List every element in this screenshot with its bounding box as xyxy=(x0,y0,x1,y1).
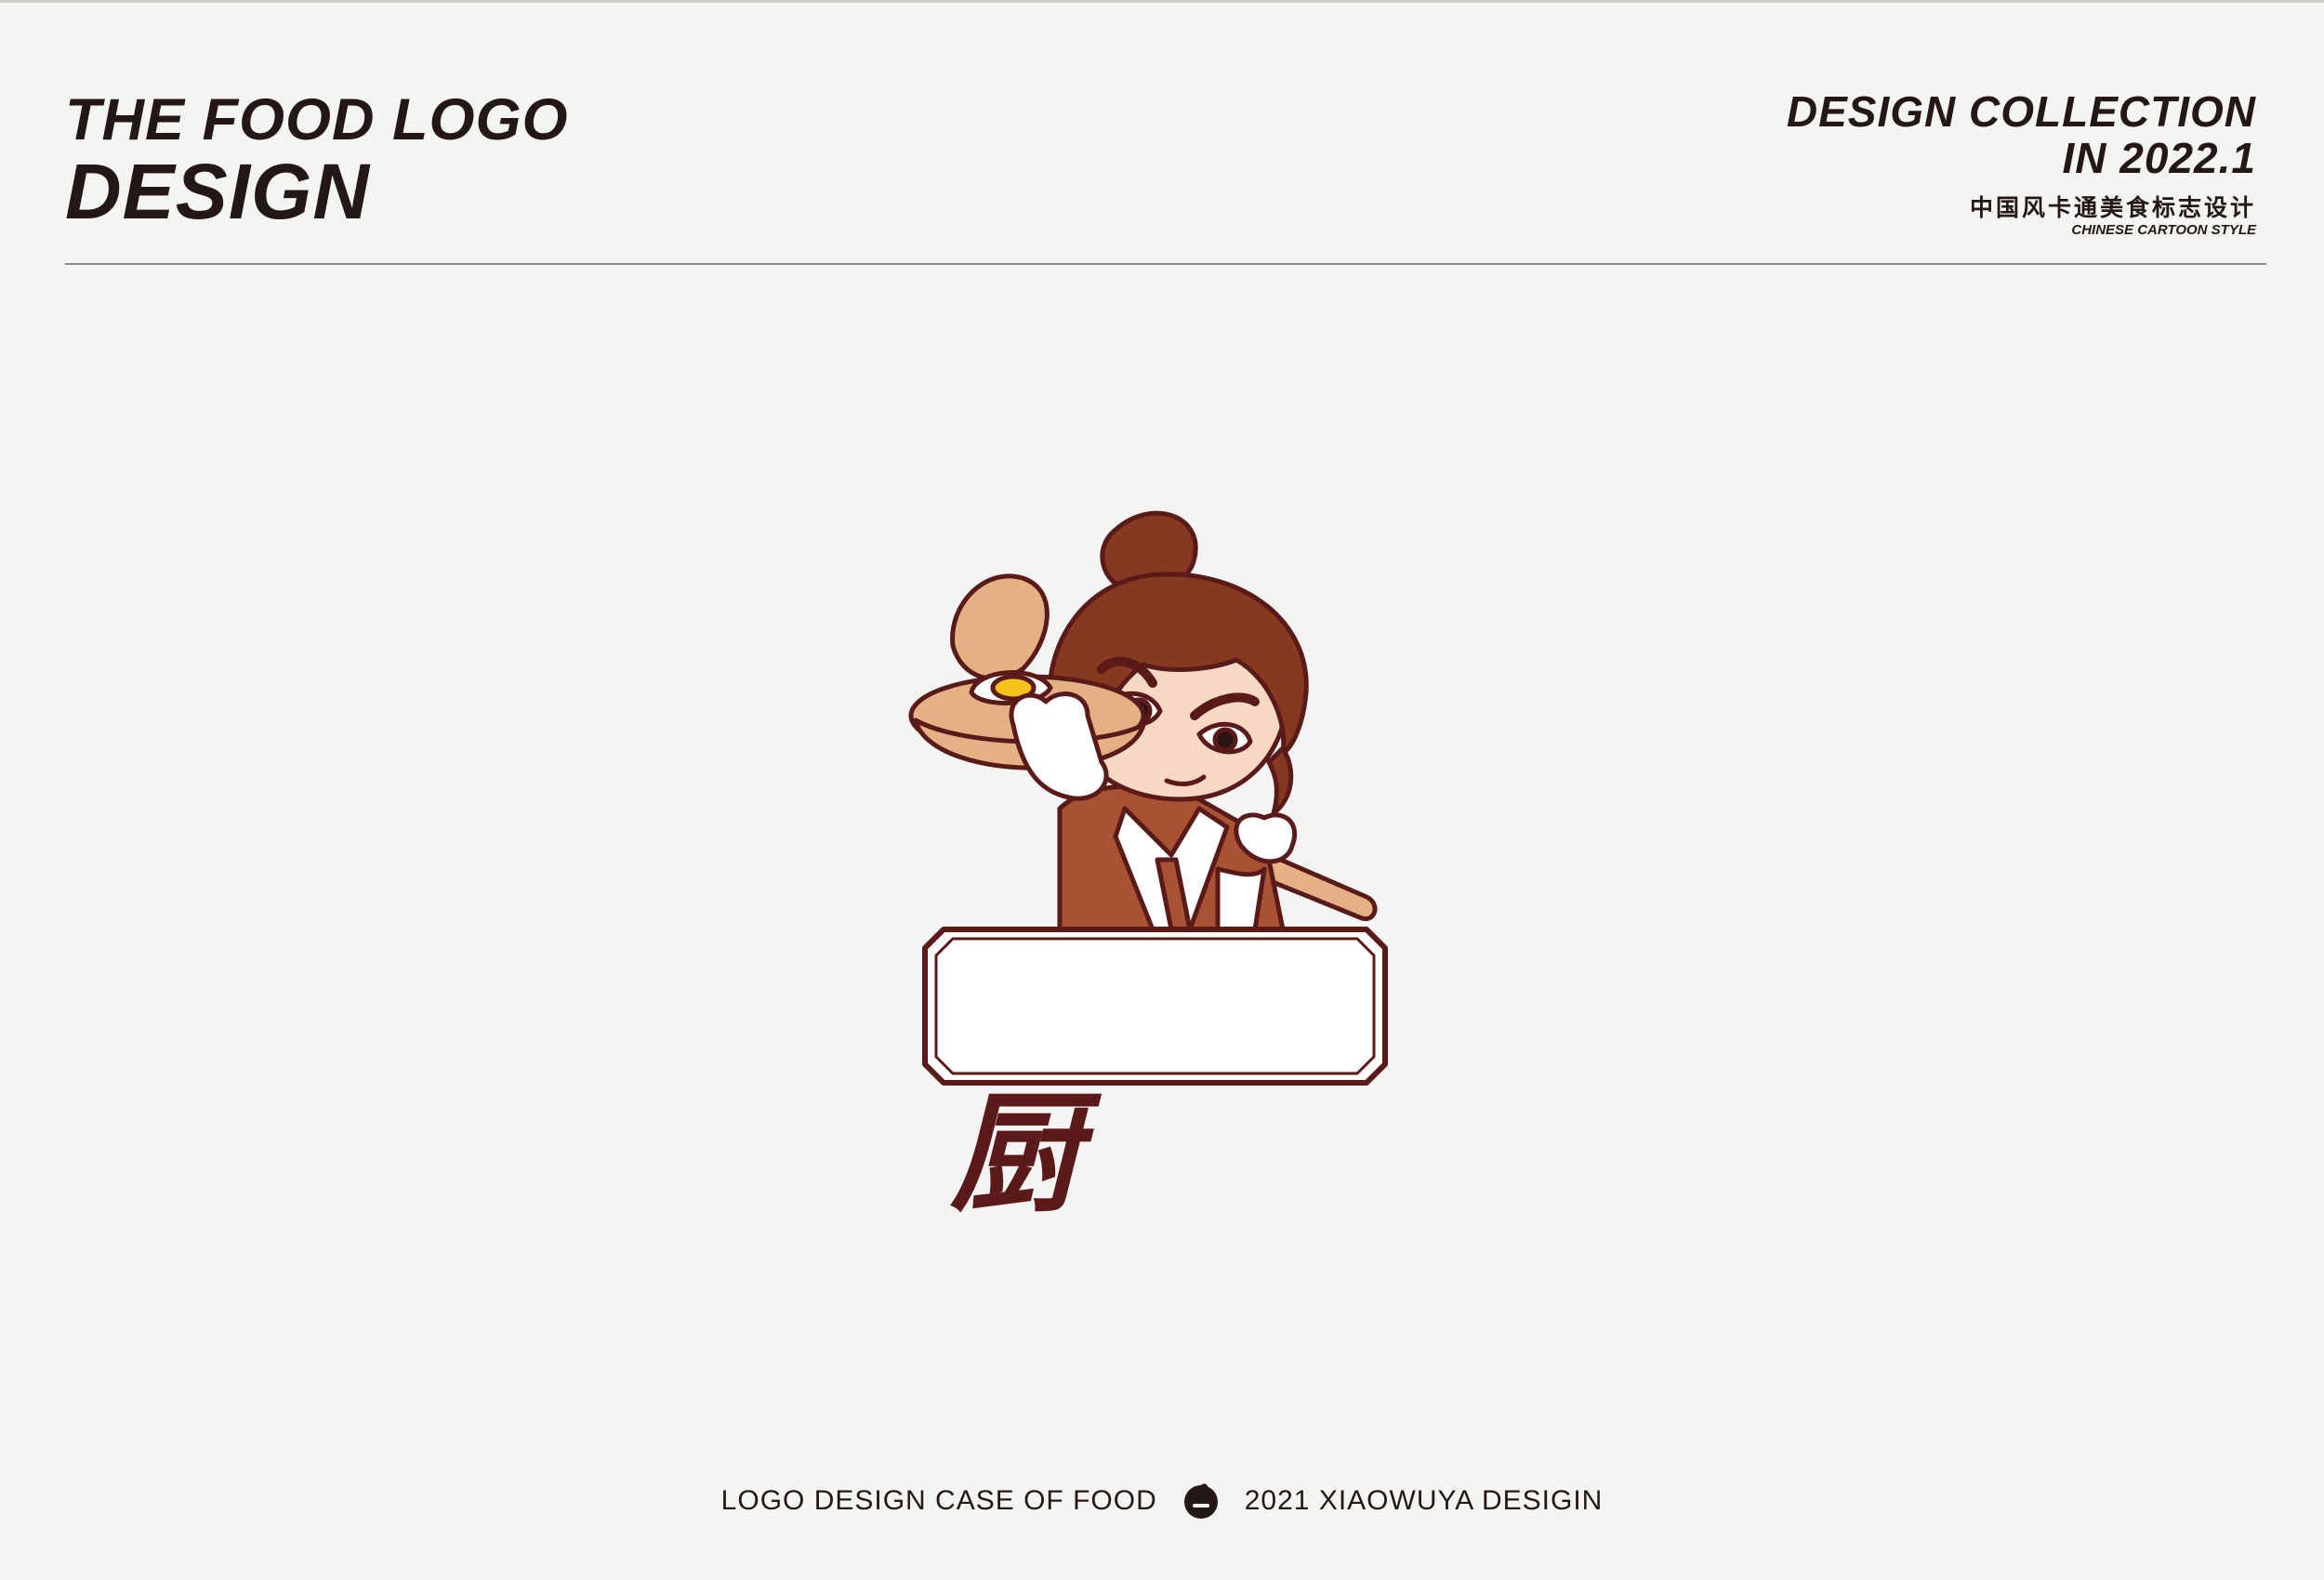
collection-line-1: DESIGN COLLECTION xyxy=(1786,87,2256,136)
footer-left-text: LOGO DESIGN CASE OF FOOD xyxy=(720,1485,1157,1516)
header-collection: DESIGN COLLECTION IN 2022.1 中国风卡通美食标志设计 … xyxy=(1787,88,2256,239)
subtitle-english: CHINESE CARTOON STYLE xyxy=(2071,222,2256,238)
title-line-1: THE FOOD LOGO xyxy=(65,87,569,152)
header-divider xyxy=(65,263,2266,265)
sleeve-right xyxy=(1215,866,1267,932)
collection-line-2: IN 2022.1 xyxy=(2062,134,2256,182)
footer-right-text: 2021 XIAOWUYA DESIGIN xyxy=(1244,1485,1604,1516)
header-title: THE FOOD LOGO DESIGN xyxy=(65,88,569,231)
top-border xyxy=(0,0,2324,3)
subtitle-chinese: 中国风卡通美食标志设计 xyxy=(1969,194,2256,221)
footer: LOGO DESIGN CASE OF FOOD 2021 XIAOWUYA D… xyxy=(0,1473,2324,1529)
sign-board-outer xyxy=(922,927,1388,1086)
pupil-right xyxy=(1212,727,1238,753)
hair-lock-right xyxy=(1266,745,1294,816)
title-line-2: DESIGN xyxy=(65,148,371,235)
crow-head-icon xyxy=(1182,1481,1221,1521)
chef-mascot-logo: 厨 xyxy=(874,502,1450,1245)
tray-lid xyxy=(950,573,1050,681)
chef-mascot-illustration: 厨 xyxy=(908,510,1388,1231)
logo-character: 厨 xyxy=(950,1078,1103,1231)
